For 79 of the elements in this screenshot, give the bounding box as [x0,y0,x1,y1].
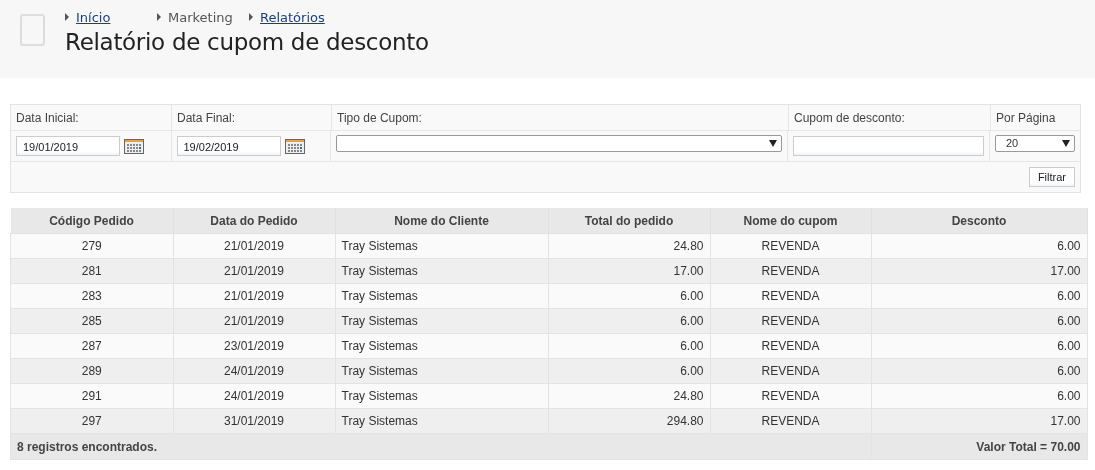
table-cell: 6.00 [871,308,1087,334]
table-cell: 297 [10,408,173,434]
breadcrumb-item: Marketing [168,9,233,25]
table-cell: 24.80 [548,383,710,409]
table-cell: 23/01/2019 [173,333,335,359]
table-cell: 24/01/2019 [173,383,335,409]
page-title: Relatório de cupom de desconto [65,29,429,55]
field-label: Data Inicial: [16,110,79,125]
table-cell: 6.00 [871,233,1087,259]
date-field[interactable]: 19/02/2019 [176,136,281,156]
table-cell: Tray Sistemas [335,233,548,259]
table-cell: 6.00 [548,283,710,309]
table-cell: 285 [10,308,173,334]
table-cell: 289 [10,358,173,384]
table-cell: Tray Sistemas [335,358,548,384]
table-cell: Tray Sistemas [335,408,548,434]
table-cell: 6.00 [871,283,1087,309]
table-cell: 17.00 [871,408,1087,434]
table-cell: 6.00 [548,358,710,384]
table-cell: 6.00 [548,333,710,359]
table-cell: 287 [10,333,173,359]
table-cell: Tray Sistemas [335,283,548,309]
table-cell: 21/01/2019 [173,283,335,309]
total-value: Valor Total = 70.00 [871,433,1087,460]
date-field[interactable]: 19/01/2019 [16,136,120,156]
table-cell: 17.00 [548,258,710,284]
column-header: Nome do Cliente [335,208,548,234]
table-cell: REVENDA [710,333,871,359]
table-cell: REVENDA [710,358,871,384]
table-cell: 17.00 [871,258,1087,284]
table-cell: REVENDA [710,258,871,284]
table-cell: 31/01/2019 [173,408,335,434]
table-cell: 291 [10,383,173,409]
table-cell: 21/01/2019 [173,308,335,334]
table-cell: 6.00 [871,383,1087,409]
table-cell: Tray Sistemas [335,333,548,359]
dropdown-arrow-icon [769,139,777,147]
table-cell: 6.00 [871,358,1087,384]
table-cell: 294.80 [548,408,710,434]
table-cell: 24/01/2019 [173,358,335,384]
field-label: Por Página [996,110,1056,125]
field-label: Data Final: [177,110,236,125]
column-header: Data do Pedido [173,208,335,234]
table-cell: REVENDA [710,408,871,434]
caret-icon [157,13,161,21]
breadcrumb-link[interactable]: Relatórios [260,9,325,25]
table-cell: 6.00 [548,308,710,334]
record-count: 8 registros encontrados. [10,433,871,460]
table-cell: REVENDA [710,308,871,334]
column-header: Total do pedido [548,208,710,234]
column-header: Nome do cupom [710,208,871,234]
caret-icon [249,13,253,21]
table-cell: REVENDA [710,233,871,259]
field-label: Tipo de Cupom: [337,110,422,125]
column-header: Código Pedido [10,208,173,234]
calendar-icon[interactable] [284,138,305,154]
field-label: Cupom de desconto: [794,110,905,125]
coupon-field[interactable] [793,136,984,156]
filter-button[interactable]: Filtrar [1028,167,1075,187]
table-cell: Tray Sistemas [335,383,548,409]
column-header: Desconto [871,208,1087,234]
table-cell: Tray Sistemas [335,308,548,334]
table-cell: REVENDA [710,283,871,309]
coupon-type-select[interactable] [336,134,782,152]
calendar-icon[interactable] [124,138,144,154]
table-cell: 21/01/2019 [173,233,335,259]
breadcrumb-link[interactable]: Início [76,9,111,25]
table-cell: 6.00 [871,333,1087,359]
table-cell: REVENDA [710,383,871,409]
per-page-select[interactable]: 20 [995,134,1075,152]
table-cell: 281 [10,258,173,284]
caret-icon [65,13,69,21]
placeholder-icon [20,14,45,46]
table-cell: Tray Sistemas [335,258,548,284]
table-cell: 24.80 [548,233,710,259]
table-cell: 283 [10,283,173,309]
table-cell: 21/01/2019 [173,258,335,284]
dropdown-arrow-icon [1062,139,1070,147]
table-cell: 279 [10,233,173,259]
